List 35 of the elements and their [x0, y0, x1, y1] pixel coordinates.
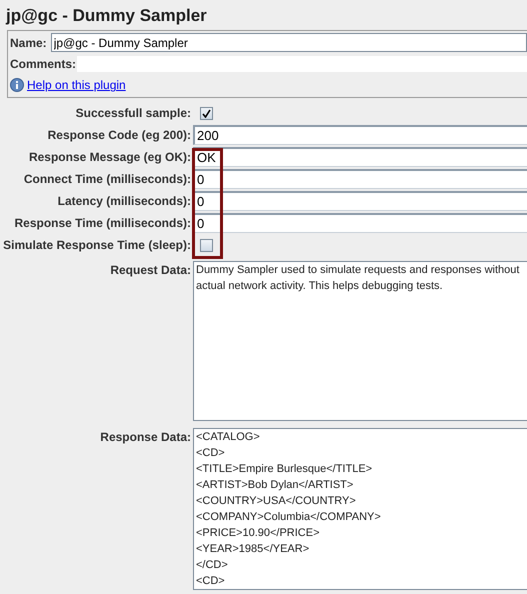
field-label: Response Code (eg 200):	[46, 127, 192, 144]
request-data-label: Request Data:	[109, 262, 192, 279]
response-line: <CATALOG>	[196, 430, 261, 445]
response-data-label: Response Data:	[99, 429, 192, 446]
help-link[interactable]: Help on this plugin	[27, 76, 126, 94]
text-field[interactable]: OK	[193, 147, 527, 167]
field-label: Response Time (milliseconds):	[14, 215, 192, 232]
response-line: <COUNTRY>USA</COUNTRY>	[196, 494, 357, 509]
request-data-textarea[interactable]: Dummy Sampler used to simulate requests and responses without actual network activity. This helps debugging tests.	[193, 261, 527, 421]
info-icon	[10, 78, 24, 92]
response-line: <TITLE>Empire Burlesque</TITLE>	[196, 462, 374, 477]
text-field[interactable]: 0	[193, 213, 527, 233]
name-field[interactable]: jp@gc - Dummy Sampler	[50, 33, 527, 52]
response-line: <CD>	[196, 446, 226, 461]
text-field[interactable]: 0	[193, 191, 527, 211]
response-line: <COMPANY>Columbia</COMPANY>	[196, 510, 382, 525]
field-label: Connect Time (milliseconds):	[22, 171, 192, 188]
response-data-textarea[interactable]: <CATALOG> <CD> <TITLE>Empire Burlesque</TITLE> <ARTIST>Bob Dylan</ARTIST> <COUNTRY>USA</COUNTRY> <COMPANY>Columbia</COMPANY> <PRICE>10.90</PRICE> <YEAR>1985</YEAR> </CD> <CD>	[193, 428, 527, 590]
field-label: Simulate Response Time (sleep):	[2, 237, 192, 254]
field-label: Latency (milliseconds):	[56, 193, 192, 210]
response-line: <CD>	[196, 574, 226, 589]
response-line: <YEAR>1985</YEAR>	[196, 542, 310, 557]
response-line: <PRICE>10.90</PRICE>	[196, 526, 321, 541]
checkmark-icon	[202, 108, 210, 118]
checkbox[interactable]	[200, 106, 212, 120]
field-label: Response Message (eg OK):	[28, 149, 192, 166]
name-label: Name:	[10, 34, 48, 52]
field-label: Successfull sample:	[74, 105, 192, 122]
checkbox[interactable]	[200, 238, 212, 252]
response-line: <ARTIST>Bob Dylan</ARTIST>	[196, 478, 354, 493]
text-field[interactable]: 0	[193, 169, 527, 189]
text-field[interactable]: 200	[193, 125, 527, 145]
response-line: </CD>	[196, 558, 229, 573]
panel-title: jp@gc - Dummy Sampler	[4, 5, 208, 27]
comments-label: Comments:	[10, 56, 78, 73]
